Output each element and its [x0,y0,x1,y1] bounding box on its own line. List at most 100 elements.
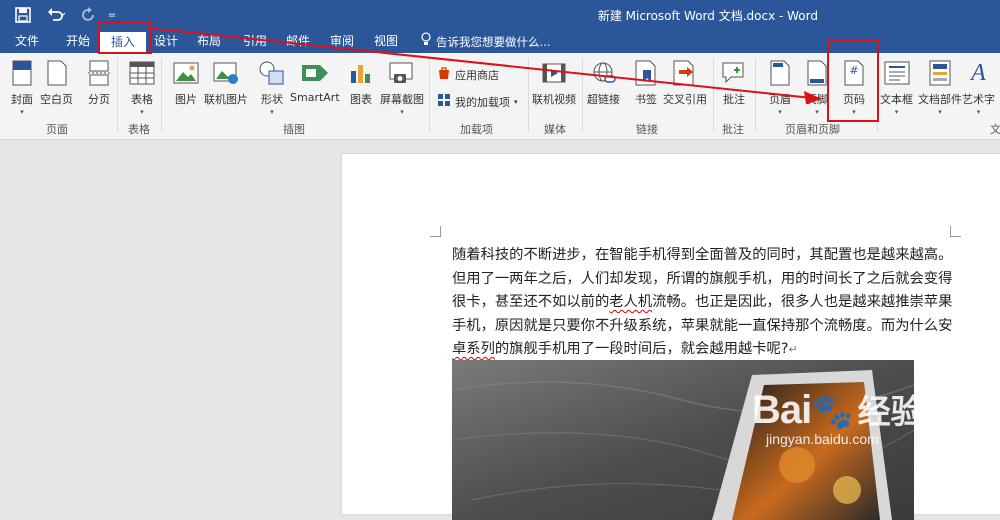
cross-reference-button[interactable]: 交叉引用 [663,57,707,107]
my-addins-label: 我的加载项 [455,95,510,109]
text-line: 但用了一两年之后，人们却发现，所谓的旗舰手机，用的时间长了之后就会变得 [452,270,953,287]
chevron-down-icon: ▾ [938,108,942,116]
wordart-icon: A [971,59,986,86]
spelling-underline-span: 老人机 [609,294,653,310]
tab-file[interactable]: 文件 [15,31,39,53]
pictures-button[interactable]: 图片 [170,57,202,107]
cover-page-button[interactable]: 封面 ▾ [6,57,38,116]
header-button[interactable]: 页眉 ▾ [764,57,796,116]
tab-layout[interactable]: 布局 [197,31,221,53]
group-divider [755,58,756,132]
tab-review[interactable]: 审阅 [330,31,354,53]
annotation-box-page-number [827,40,879,122]
blank-page-button[interactable]: 空白页 [40,57,73,107]
cover-page-label: 封面 [11,93,33,106]
hyperlink-icon [588,57,620,89]
cover-page-icon [6,57,38,89]
tell-me-search[interactable]: 告诉我您想要做什么... [420,31,550,53]
chart-button[interactable]: 图表 [345,57,377,107]
screenshot-button[interactable]: 屏幕截图 ▾ [380,57,424,116]
bookmark-icon [630,57,662,89]
paw-icon: 🐾 [811,392,854,432]
group-label-comments: 批注 [722,123,744,136]
online-video-button[interactable]: 联机视频 [532,57,576,107]
header-label: 页眉 [769,93,791,106]
online-pictures-button[interactable]: 联机图片 [204,57,248,107]
chart-label: 图表 [350,93,372,106]
doc-parts-label: 文档部件 [918,93,962,106]
store-button[interactable]: 应用商店 [437,66,499,83]
table-icon [126,57,158,89]
doc-parts-button[interactable]: 文档部件 ▾ [918,57,962,116]
chart-icon [345,57,377,89]
addins-icon [437,93,451,110]
chevron-down-icon: ▾ [778,108,782,116]
chevron-down-icon: ▾ [20,108,24,116]
table-button[interactable]: 表格 ▾ [126,57,158,116]
screenshot-label: 屏幕截图 [380,93,424,106]
picture-icon [170,57,202,89]
blank-page-label: 空白页 [40,93,73,106]
group-label-header-footer: 页眉和页脚 [785,123,840,136]
shapes-label: 形状 [261,93,283,106]
group-divider [713,58,714,132]
table-label: 表格 [131,93,153,106]
group-label-tables: 表格 [128,123,150,136]
cross-reference-label: 交叉引用 [663,93,707,106]
store-label: 应用商店 [455,68,499,82]
online-picture-icon [210,57,242,89]
chevron-down-icon: ▾ [140,108,144,116]
group-label-addins: 加载项 [460,123,493,136]
doc-parts-icon [924,57,956,89]
group-label-text: 文 [990,123,1000,136]
text-span: 流畅。也正是因此，很多人也是越来越推崇苹果 [652,294,953,310]
group-label-links: 链接 [636,123,658,136]
tab-references[interactable]: 引用 [243,31,267,53]
comment-label: 批注 [723,93,745,106]
hyperlink-button[interactable]: 超链接 [587,57,620,107]
group-divider [582,58,583,132]
page-break-label: 分页 [88,93,110,106]
group-divider [117,58,118,132]
hyperlink-label: 超链接 [587,93,620,106]
watermark-jingyan: 经验 [857,392,924,431]
comment-button[interactable]: 批注 [718,57,750,107]
wordart-button[interactable]: A 艺术字 ▾ [962,57,995,117]
comment-icon [718,57,750,89]
smartart-button[interactable]: SmartArt [290,57,340,104]
tab-design[interactable]: 设计 [154,31,178,53]
store-icon [437,66,451,83]
bookmark-button[interactable]: 书签 [630,57,662,107]
group-label-illustrations: 插图 [283,123,305,136]
page-break-button[interactable]: 分页 [83,57,115,107]
shapes-button[interactable]: 形状 ▾ [256,57,288,116]
text-span: 很卡，甚至还不如以前的 [452,294,610,310]
annotation-box-insert-tab [98,22,152,54]
baidu-jingyan-watermark: Bai🐾 经验 jingyan.baidu.com [752,385,952,465]
margin-marker [950,226,961,237]
watermark-url: jingyan.baidu.com [766,431,879,447]
tab-view[interactable]: 视图 [374,31,398,53]
smartart-label: SmartArt [290,91,340,104]
text-box-icon [881,57,913,89]
chevron-down-icon: ▾ [270,108,274,116]
bookmark-label: 书签 [635,93,657,106]
text-line: 手机，原因就是只要你不升级系统，苹果就能一直保持那个流畅度。而为什么安 [452,317,953,334]
chevron-down-icon: ▾ [400,108,404,116]
chevron-down-icon: ▾ [894,108,899,116]
footer-label: 页脚 [806,93,828,106]
text-box-label: 文本框 [880,93,913,106]
tab-home[interactable]: 开始 [66,31,90,53]
tell-me-text: 告诉我您想要做什么... [436,34,551,49]
group-divider [429,58,430,132]
blank-page-icon [41,57,73,89]
text-line: 随着科技的不断进步，在智能手机得到全面普及的同时，其配置也是越来越高。 [452,247,953,263]
my-addins-button[interactable]: 我的加载项 ▾ [437,93,518,110]
tab-mailings[interactable]: 邮件 [286,31,310,53]
text-box-button[interactable]: 文本框 ▾ [880,57,913,116]
group-label-pages: 页面 [46,123,68,136]
text-span: 的旗舰手机用了一段时间后，就会越用越卡呢? [494,341,789,357]
document-body[interactable]: 随着科技的不断进步，在智能手机得到全面普及的同时，其配置也是越来越高。 但用了一… [452,244,972,362]
group-label-media: 媒体 [544,123,566,136]
chevron-down-icon: ▾ [514,97,518,106]
